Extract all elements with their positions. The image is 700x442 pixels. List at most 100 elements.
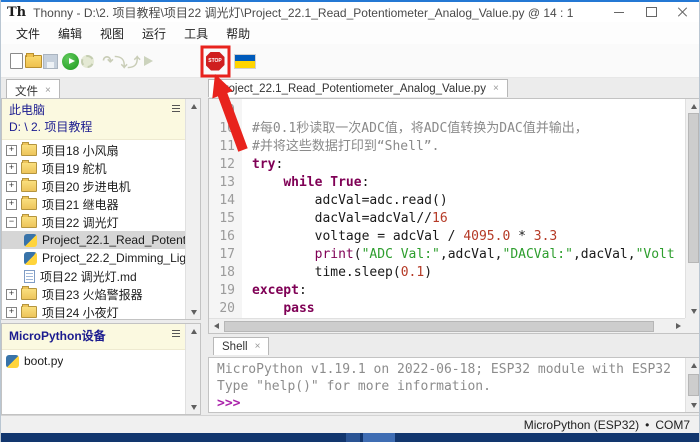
files-menu-icon[interactable]: [172, 105, 180, 112]
scroll-left-icon[interactable]: [209, 319, 223, 333]
code-line: voltage = adcVal / 4095.0 * 3.3: [252, 228, 685, 246]
minimize-button[interactable]: [603, 2, 635, 22]
shell-tab-label: Shell: [222, 341, 248, 353]
scroll-up-icon[interactable]: [186, 324, 201, 338]
thonny-logo-icon: Th: [7, 5, 26, 20]
scroll-down-icon[interactable]: [686, 304, 700, 318]
maximize-button[interactable]: [635, 2, 667, 22]
scrollbar-thumb[interactable]: [224, 321, 654, 332]
menu-run[interactable]: 运行: [133, 23, 175, 44]
device-menu-icon[interactable]: [172, 330, 180, 337]
files-panel: 此电脑 D: \ 2. 项目教程 + 项目18 小风扇 + 项目19 舵机+项目20 …: [1, 98, 201, 320]
python-icon: [24, 252, 37, 265]
files-sidebar: 文件 × 此电脑 D: \ 2. 项目教程 +项目18 小风扇+项目19 舵机+…: [1, 78, 201, 415]
menu-file[interactable]: 文件: [7, 23, 49, 44]
resume-button[interactable]: [138, 51, 158, 71]
tree-item[interactable]: +项目20 步进电机: [2, 177, 185, 195]
tab-close-icon[interactable]: ×: [255, 342, 261, 352]
save-button[interactable]: [40, 51, 60, 71]
expand-icon[interactable]: +: [6, 289, 17, 300]
menu-tools[interactable]: 工具: [175, 23, 217, 44]
tree-item-label: 项目19 舵机: [42, 160, 107, 177]
tree-item-label: 项目22 调光灯: [42, 214, 119, 231]
scrollbar-thumb[interactable]: [688, 113, 699, 263]
scrollbar-thumb[interactable]: [688, 374, 699, 396]
port-label[interactable]: COM7: [655, 418, 690, 432]
tree-item[interactable]: + 项目18 小风扇: [2, 141, 185, 159]
debug-button[interactable]: [77, 51, 97, 71]
tab-shell[interactable]: Shell ×: [213, 337, 269, 355]
editor-hscrollbar[interactable]: [209, 318, 685, 333]
scroll-down-icon[interactable]: [186, 400, 201, 414]
tree-item[interactable]: Project_22.2_Dimming_Lig: [2, 249, 185, 267]
tree-item-label: 项目24 小夜灯: [42, 304, 119, 320]
code-line: dacVal=adcVal//16: [252, 210, 685, 228]
tree-item[interactable]: +项目21 继电器: [2, 195, 185, 213]
code-area[interactable]: #每0.1秒读取一次ADC值，将ADC值转换为DAC值并输出，#并将这些数据打印…: [242, 99, 685, 318]
tree-item[interactable]: +项目23 火焰警报器: [2, 285, 185, 303]
line-number: 9: [209, 102, 235, 120]
menu-help[interactable]: 帮助: [217, 23, 259, 44]
tree-item[interactable]: 项目22 调光灯.md: [2, 267, 185, 285]
line-number-gutter: 91011121314151617181920: [209, 99, 242, 318]
menu-edit[interactable]: 编辑: [49, 23, 91, 44]
code-editor[interactable]: 91011121314151617181920 #每0.1秒读取一次ADC值，将…: [208, 98, 700, 334]
debug-icon: [81, 55, 94, 68]
tab-editor-file[interactable]: Project_22.1_Read_Potentiometer_Analog_V…: [208, 79, 508, 97]
editor-shell-area: Project_22.1_Read_Potentiometer_Analog_V…: [208, 78, 700, 415]
run-icon: [62, 53, 79, 70]
tab-files-label: 文件: [15, 83, 38, 99]
expand-icon[interactable]: +: [6, 145, 17, 156]
ukraine-flag-icon: [234, 54, 256, 69]
scroll-down-icon[interactable]: [686, 398, 700, 412]
expand-icon[interactable]: +: [6, 181, 17, 192]
backend-label[interactable]: MicroPython (ESP32): [524, 418, 639, 432]
shell-output[interactable]: MicroPython v1.19.1 on 2022-06-18; ESP32…: [209, 358, 685, 412]
this-pc-label[interactable]: 此电脑: [9, 102, 180, 119]
tree-item[interactable]: + 项目19 舵机: [2, 159, 185, 177]
titlebar: Th Thonny - D:\2. 项目教程\项目22 调光灯\Project_…: [1, 2, 699, 22]
shell-banner-line: MicroPython v1.19.1 on 2022-06-18; ESP32…: [217, 361, 685, 378]
support-ukraine-button[interactable]: [233, 51, 257, 71]
tree-item-label: boot.py: [24, 354, 63, 368]
scroll-right-icon[interactable]: [671, 319, 685, 333]
folder-icon: [21, 198, 37, 210]
tree-item[interactable]: boot.py: [2, 352, 185, 370]
tree-item-label: 项目18 小风扇: [42, 142, 119, 159]
collapse-icon[interactable]: −: [6, 217, 17, 228]
expand-icon[interactable]: +: [6, 307, 17, 318]
folder-icon: [21, 306, 37, 318]
scrollbar-corner: [685, 318, 700, 333]
main-area: 文件 × 此电脑 D: \ 2. 项目教程 +项目18 小风扇+项目19 舵机+…: [1, 78, 700, 415]
files-scrollbar[interactable]: [185, 99, 200, 319]
device-scrollbar[interactable]: [185, 324, 200, 414]
tree-item-label: Project_22.2_Dimming_Lig: [42, 251, 185, 265]
expand-icon[interactable]: +: [6, 163, 17, 174]
folder-icon: [21, 180, 37, 192]
save-icon: [43, 54, 58, 69]
tree-item[interactable]: + 项目24 小夜灯: [2, 303, 185, 319]
scroll-down-icon[interactable]: [186, 305, 201, 319]
current-path-label[interactable]: D: \ 2. 项目教程: [9, 119, 180, 136]
minimize-icon: [614, 12, 624, 13]
close-button[interactable]: [667, 2, 699, 22]
expand-icon[interactable]: +: [6, 199, 17, 210]
shell-panel[interactable]: MicroPython v1.19.1 on 2022-06-18; ESP32…: [208, 357, 700, 413]
tab-close-icon[interactable]: ×: [45, 86, 51, 96]
scroll-up-icon[interactable]: [686, 99, 700, 113]
tree-item[interactable]: Project_22.1_Read_Potenti: [2, 231, 185, 249]
scroll-up-icon[interactable]: [686, 358, 700, 372]
tree-item[interactable]: − 项目22 调光灯: [2, 213, 185, 231]
shell-tabstrip: Shell ×: [208, 336, 700, 357]
scroll-up-icon[interactable]: [186, 99, 201, 113]
python-icon: [24, 234, 37, 247]
line-number: 12: [209, 156, 235, 174]
device-panel: MicroPython设备 boot.py: [1, 323, 201, 415]
stop-restart-button[interactable]: STOP: [205, 51, 225, 71]
shell-scrollbar[interactable]: [685, 358, 700, 412]
statusbar-separator: •: [645, 418, 649, 432]
tab-close-icon[interactable]: ×: [493, 84, 499, 94]
code-line: #每0.1秒读取一次ADC值，将ADC值转换为DAC值并输出，: [252, 120, 685, 138]
menu-view[interactable]: 视图: [91, 23, 133, 44]
editor-vscrollbar[interactable]: [685, 99, 700, 318]
